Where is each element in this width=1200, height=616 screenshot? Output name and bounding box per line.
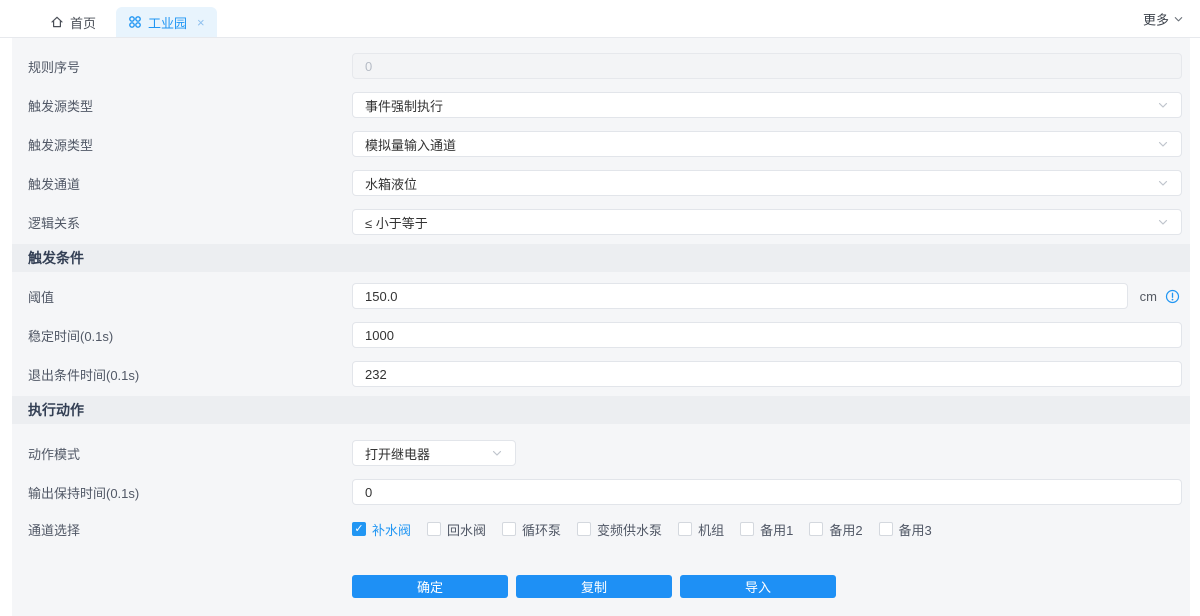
checkbox-label: 备用1: [760, 520, 793, 539]
trigger-channel-label: 触发通道: [28, 174, 352, 193]
import-button[interactable]: 导入: [680, 575, 836, 598]
info-icon[interactable]: [1165, 289, 1180, 304]
checkbox-label: 循环泵: [522, 520, 561, 539]
stable-time-input[interactable]: [352, 322, 1182, 348]
threshold-input[interactable]: [352, 283, 1128, 309]
channel-checkbox-5[interactable]: 备用1: [740, 520, 793, 539]
channel-checkbox-6[interactable]: 备用2: [809, 520, 862, 539]
tab-home-label: 首页: [70, 13, 96, 32]
tab-home[interactable]: 首页: [40, 7, 106, 37]
channel-checkbox-1[interactable]: 回水阀: [427, 520, 486, 539]
checkbox-unchecked-icon: [809, 522, 823, 536]
tab-active-label: 工业园: [148, 13, 187, 32]
channel-checkbox-group: ✓ 补水阀 回水阀 循环泵 变频供水泵 机组 备用1 备用2 备用3: [352, 520, 1182, 539]
unit-label: cm: [1140, 289, 1157, 304]
section-execute-action: 执行动作: [12, 396, 1190, 424]
stable-time-label: 稳定时间(0.1s): [28, 326, 352, 345]
trigger-source-type-2-select[interactable]: 模拟量输入通道: [352, 131, 1182, 157]
checkbox-label: 机组: [698, 520, 724, 539]
checkbox-label: 备用3: [899, 520, 932, 539]
checkbox-checked-icon: ✓: [352, 522, 366, 536]
checkbox-unchecked-icon: [502, 522, 516, 536]
trigger-source-type-1-label: 触发源类型: [28, 96, 352, 115]
logic-relation-label: 逻辑关系: [28, 213, 352, 232]
chevron-down-icon: [1173, 13, 1184, 24]
channel-checkbox-0[interactable]: ✓ 补水阀: [352, 520, 411, 539]
output-hold-time-label: 输出保持时间(0.1s): [28, 483, 352, 502]
section-trigger-condition: 触发条件: [12, 244, 1190, 272]
checkbox-label: 回水阀: [447, 520, 486, 539]
action-mode-value: 打开继电器: [365, 444, 430, 463]
chevron-down-icon: [1157, 138, 1169, 150]
logic-relation-select[interactable]: ≤ 小于等于: [352, 209, 1182, 235]
action-mode-label: 动作模式: [28, 444, 352, 463]
trigger-source-type-1-value: 事件强制执行: [365, 96, 443, 115]
action-mode-select[interactable]: 打开继电器: [352, 440, 516, 466]
output-hold-time-input[interactable]: [352, 479, 1182, 505]
rule-no-label: 规则序号: [28, 57, 352, 76]
channel-checkbox-4[interactable]: 机组: [678, 520, 724, 539]
home-icon: [50, 15, 64, 29]
checkbox-label: 备用2: [829, 520, 862, 539]
trigger-source-type-1-select[interactable]: 事件强制执行: [352, 92, 1182, 118]
form-row-output-hold-time: 输出保持时间(0.1s): [12, 479, 1190, 505]
section-execute-action-title: 执行动作: [28, 400, 84, 420]
rule-no-input: [352, 53, 1182, 79]
checkbox-unchecked-icon: [427, 522, 441, 536]
form-row-exit-condition-time: 退出条件时间(0.1s): [12, 361, 1190, 387]
more-menu[interactable]: 更多: [1143, 9, 1184, 28]
checkbox-unchecked-icon: [740, 522, 754, 536]
channel-checkbox-3[interactable]: 变频供水泵: [577, 520, 662, 539]
rule-form-panel: 规则序号 触发源类型 事件强制执行 触发源类型 模拟量输入通道 触发通道 水箱液…: [12, 38, 1190, 616]
copy-button[interactable]: 复制: [516, 575, 672, 598]
tab-industrial-park[interactable]: 工业园 ×: [116, 7, 217, 37]
chevron-down-icon: [1157, 177, 1169, 189]
checkbox-unchecked-icon: [577, 522, 591, 536]
section-trigger-condition-title: 触发条件: [28, 248, 84, 268]
channel-select-label: 通道选择: [28, 520, 352, 539]
form-row-trigger-source-type-1: 触发源类型 事件强制执行: [12, 92, 1190, 118]
form-row-channel-select: 通道选择 ✓ 补水阀 回水阀 循环泵 变频供水泵 机组 备用1 备用2 备用3: [12, 519, 1190, 539]
action-button-row: 确定 复制 导入: [12, 575, 1190, 598]
chevron-down-icon: [1157, 99, 1169, 111]
trigger-channel-select[interactable]: 水箱液位: [352, 170, 1182, 196]
trigger-source-type-2-value: 模拟量输入通道: [365, 135, 456, 154]
logic-relation-value: ≤ 小于等于: [365, 213, 428, 232]
form-row-rule-no: 规则序号: [12, 53, 1190, 79]
tab-bar: 首页 工业园 × 更多: [0, 0, 1200, 38]
grid-icon: [128, 15, 142, 29]
confirm-button[interactable]: 确定: [352, 575, 508, 598]
form-row-trigger-channel: 触发通道 水箱液位: [12, 170, 1190, 196]
checkbox-unchecked-icon: [678, 522, 692, 536]
checkbox-unchecked-icon: [879, 522, 893, 536]
trigger-source-type-2-label: 触发源类型: [28, 135, 352, 154]
exit-condition-time-input[interactable]: [352, 361, 1182, 387]
form-row-stable-time: 稳定时间(0.1s): [12, 322, 1190, 348]
channel-checkbox-2[interactable]: 循环泵: [502, 520, 561, 539]
threshold-label: 阈值: [28, 287, 352, 306]
form-row-logic-relation: 逻辑关系 ≤ 小于等于: [12, 209, 1190, 235]
form-row-trigger-source-type-2: 触发源类型 模拟量输入通道: [12, 131, 1190, 157]
form-row-action-mode: 动作模式 打开继电器: [12, 440, 1190, 466]
checkbox-label: 变频供水泵: [597, 520, 662, 539]
checkbox-label: 补水阀: [372, 520, 411, 539]
chevron-down-icon: [491, 447, 503, 459]
chevron-down-icon: [1157, 216, 1169, 228]
channel-checkbox-7[interactable]: 备用3: [879, 520, 932, 539]
more-label: 更多: [1143, 9, 1169, 28]
exit-condition-time-label: 退出条件时间(0.1s): [28, 365, 352, 384]
close-icon[interactable]: ×: [197, 15, 205, 30]
form-row-threshold: 阈值 cm: [12, 283, 1190, 309]
trigger-channel-value: 水箱液位: [365, 174, 417, 193]
